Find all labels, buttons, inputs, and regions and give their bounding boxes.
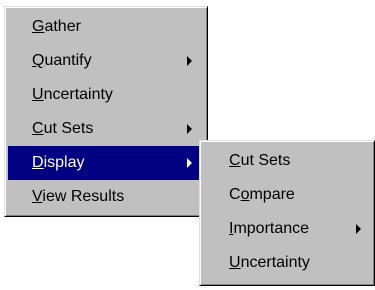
submenu-item-cut-sets[interactable]: Cut Sets (203, 144, 371, 178)
submenu-item-compare[interactable]: Compare (203, 178, 371, 212)
menu-item-uncertainty[interactable]: Uncertainty (8, 78, 204, 112)
menu-item-label: Cut Sets (229, 152, 291, 169)
menu-item-display[interactable]: Display (8, 146, 204, 180)
submenu-arrow-icon (356, 224, 361, 234)
menu-item-label: Uncertainty (229, 254, 310, 271)
submenu-item-importance[interactable]: Importance (203, 212, 371, 246)
submenu-arrow-icon (187, 56, 192, 66)
menu-item-label: View Results (32, 188, 125, 205)
menu-item-label: Quantify (32, 52, 92, 69)
menu-item-label: Compare (229, 186, 295, 203)
menu-item-cut-sets[interactable]: Cut Sets (8, 112, 204, 146)
menu-item-view-results[interactable]: View Results (8, 180, 204, 214)
menu-item-label: Cut Sets (32, 120, 94, 137)
menu-item-label: Uncertainty (32, 86, 113, 103)
menu-item-quantify[interactable]: Quantify (8, 44, 204, 78)
menu-item-label: Display (32, 154, 85, 171)
submenu-arrow-icon (187, 124, 192, 134)
menu-item-label: Gather (32, 18, 81, 35)
main-popup-menu: Gather Quantify Uncertainty Cut Sets Dis… (4, 6, 208, 217)
menu-item-label: Importance (229, 220, 310, 237)
submenu-arrow-icon (187, 158, 192, 168)
menu-item-gather[interactable]: Gather (8, 10, 204, 44)
submenu-item-uncertainty[interactable]: Uncertainty (203, 246, 371, 280)
display-submenu: Cut Sets Compare Importance Uncertainty (199, 140, 375, 286)
